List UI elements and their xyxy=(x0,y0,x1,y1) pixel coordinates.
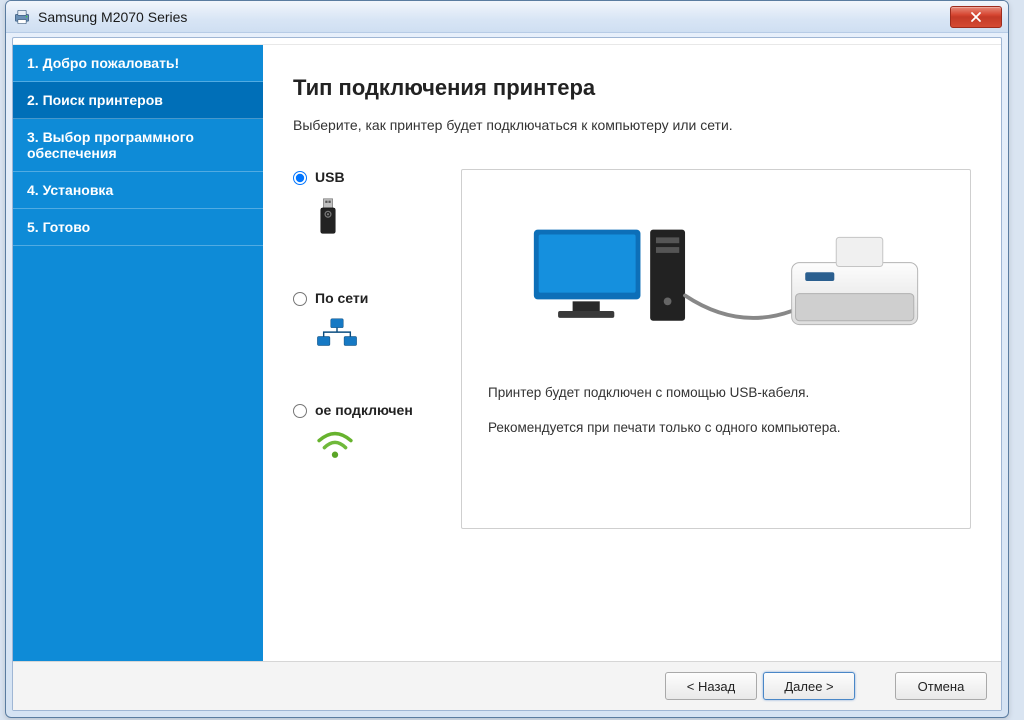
radio-network[interactable] xyxy=(293,292,307,306)
preview-text-2: Рекомендуется при печати только с одного… xyxy=(488,419,948,438)
sidebar-step-install[interactable]: 4. Установка xyxy=(13,172,263,209)
printer-app-icon xyxy=(12,7,32,27)
client-area: 1. Добро пожаловать! 2. Поиск принтеров … xyxy=(12,37,1002,711)
sidebar-step-search[interactable]: 2. Поиск принтеров xyxy=(13,82,263,119)
next-button[interactable]: Далее > xyxy=(763,672,855,700)
option-usb-label: USB xyxy=(315,169,345,187)
wizard-content: Тип подключения принтера Выберите, как п… xyxy=(263,45,1001,661)
option-wireless-label: ое подключен xyxy=(315,402,413,420)
connection-options: USB xyxy=(293,169,461,465)
installer-window: Samsung M2070 Series 1. Добро пожаловать… xyxy=(5,0,1009,718)
connection-illustration xyxy=(488,218,948,344)
network-icon xyxy=(315,317,357,354)
wizard-sidebar: 1. Добро пожаловать! 2. Поиск принтеров … xyxy=(13,45,263,661)
title-bar[interactable]: Samsung M2070 Series xyxy=(6,1,1008,33)
close-icon xyxy=(970,11,982,23)
page-heading: Тип подключения принтера xyxy=(293,75,971,101)
option-network-label: По сети xyxy=(315,290,368,308)
connection-preview-panel: Принтер будет подключен с помощью USB-ка… xyxy=(461,169,971,529)
page-subheading: Выберите, как принтер будет подключаться… xyxy=(293,117,971,133)
back-button[interactable]: < Назад xyxy=(665,672,757,700)
option-wireless[interactable]: ое подключен xyxy=(293,402,461,465)
option-usb[interactable]: USB xyxy=(293,169,461,242)
sidebar-step-done[interactable]: 5. Готово xyxy=(13,209,263,246)
window-title: Samsung M2070 Series xyxy=(38,9,950,25)
radio-wireless[interactable] xyxy=(293,404,307,418)
wizard-footer: < Назад Далее > Отмена xyxy=(13,661,1001,710)
preview-text-1: Принтер будет подключен с помощью USB-ка… xyxy=(488,384,948,403)
radio-usb[interactable] xyxy=(293,171,307,185)
close-button[interactable] xyxy=(950,6,1002,28)
usb-drive-icon xyxy=(315,197,357,242)
cancel-button[interactable]: Отмена xyxy=(895,672,987,700)
sidebar-step-welcome[interactable]: 1. Добро пожаловать! xyxy=(13,45,263,82)
sidebar-step-software[interactable]: 3. Выбор программного обеспечения xyxy=(13,119,263,172)
wifi-icon xyxy=(315,430,357,465)
option-network[interactable]: По сети xyxy=(293,290,461,355)
